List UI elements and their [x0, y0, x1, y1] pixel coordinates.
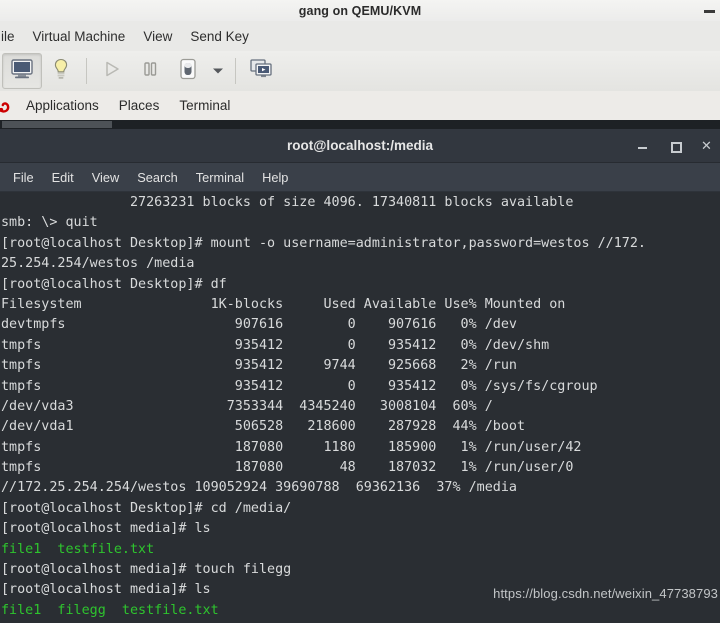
terminal-text: 27263231 blocks of size 4096. 17340811 b…: [1, 192, 720, 623]
vm-toolbar: [0, 51, 720, 92]
terminal-minimize-icon[interactable]: [635, 138, 650, 153]
terminal-line: tmpfs 187080 48 187032 1% /run/user/0: [1, 460, 574, 476]
terminal-window-controls: ✕: [635, 129, 714, 162]
screen-root: gang on QEMU/KVM ile Virtual Machine Vie…: [0, 0, 720, 623]
terminal-line: [root@localhost media]# ls: [1, 521, 211, 537]
vm-menu-file[interactable]: ile: [0, 27, 24, 46]
terminal-line: file1 filegg testfile.txt: [1, 602, 219, 618]
screens-icon: [250, 58, 272, 84]
panel-item-places[interactable]: Places: [109, 96, 170, 115]
panel-item-terminal[interactable]: Terminal: [169, 96, 240, 115]
minimize-icon[interactable]: [703, 4, 716, 17]
shutdown-menu-button[interactable]: [207, 54, 229, 88]
play-icon: [103, 60, 121, 83]
terminal-window-title: root@localhost:/media: [287, 138, 433, 153]
fedora-logo-icon[interactable]: [0, 97, 14, 115]
toolbar-separator-2: [235, 58, 236, 84]
pause-icon: [142, 60, 158, 83]
terminal-menu-edit[interactable]: Edit: [43, 167, 83, 188]
terminal-output-area[interactable]: 27263231 blocks of size 4096. 17340811 b…: [0, 192, 720, 623]
terminal-menu-file[interactable]: File: [4, 167, 43, 188]
terminal-line: tmpfs 187080 1180 185900 1% /run/user/42: [1, 439, 582, 455]
terminal-line: /dev/vda1 506528 218600 287928 44% /boot: [1, 419, 526, 435]
vm-window-controls: [703, 0, 720, 21]
vm-menu-view[interactable]: View: [134, 27, 181, 46]
window-list-item-terminal[interactable]: [2, 121, 112, 128]
vm-menu-send-key[interactable]: Send Key: [181, 27, 258, 46]
terminal-line: [root@localhost Desktop]# df: [1, 276, 227, 292]
power-icon: [178, 58, 198, 85]
terminal-line: file1 testfile.txt: [1, 541, 155, 557]
gnome-top-panel: Applications Places Terminal: [0, 91, 720, 121]
terminal-line: [root@localhost Desktop]# cd /media/: [1, 500, 292, 516]
run-vm-button[interactable]: [93, 54, 131, 88]
terminal-close-icon[interactable]: ✕: [699, 138, 714, 153]
fullscreen-button[interactable]: [242, 54, 280, 88]
terminal-line: Filesystem 1K-blocks Used Available Use%…: [1, 296, 566, 312]
terminal-line: //172.25.254.254/westos 109052924 396907…: [1, 480, 517, 496]
show-details-button[interactable]: [42, 54, 80, 88]
toolbar-separator-1: [86, 58, 87, 84]
terminal-line: tmpfs 935412 0 935412 0% /sys/fs/cgroup: [1, 378, 598, 394]
vm-menu-virtual-machine[interactable]: Virtual Machine: [24, 27, 135, 46]
terminal-maximize-icon[interactable]: [667, 138, 682, 153]
terminal-line: smb: \> quit: [1, 215, 98, 231]
terminal-line: [root@localhost media]# touch filegg: [1, 562, 292, 578]
terminal-line: /dev/vda3 7353344 4345240 3008104 60% /: [1, 398, 493, 414]
vm-menubar: ile Virtual Machine View Send Key: [0, 21, 720, 52]
lightbulb-icon: [53, 58, 69, 85]
terminal-line: devtmpfs 907616 0 907616 0% /dev: [1, 317, 517, 333]
terminal-line: 25.254.254/westos /media: [1, 256, 195, 272]
panel-item-applications[interactable]: Applications: [16, 96, 109, 115]
terminal-line: tmpfs 935412 9744 925668 2% /run: [1, 358, 517, 374]
terminal-titlebar: root@localhost:/media ✕: [0, 129, 720, 163]
console-view-toggle-button[interactable]: [2, 53, 42, 89]
pause-vm-button[interactable]: [131, 54, 169, 88]
terminal-menubar: File Edit View Search Terminal Help: [0, 163, 720, 192]
chevron-down-icon: [212, 62, 224, 80]
terminal-line: 27263231 blocks of size 4096. 17340811 b…: [1, 195, 574, 210]
shutdown-vm-button[interactable]: [169, 54, 207, 88]
terminal-line: tmpfs 935412 0 935412 0% /dev/shm: [1, 337, 550, 353]
monitor-icon: [11, 58, 33, 84]
window-list-strip: [0, 120, 720, 129]
vm-window-title: gang on QEMU/KVM: [298, 3, 422, 18]
watermark-text: https://blog.csdn.net/weixin_47738793: [493, 586, 718, 601]
vm-window-titlebar: gang on QEMU/KVM: [0, 0, 720, 22]
terminal-menu-help[interactable]: Help: [253, 167, 297, 188]
terminal-menu-view[interactable]: View: [83, 167, 129, 188]
terminal-line: [root@localhost Desktop]# mount -o usern…: [1, 235, 646, 251]
terminal-menu-terminal[interactable]: Terminal: [187, 167, 253, 188]
terminal-window: root@localhost:/media ✕ File Edit View S…: [0, 129, 720, 623]
terminal-menu-search[interactable]: Search: [128, 167, 187, 188]
